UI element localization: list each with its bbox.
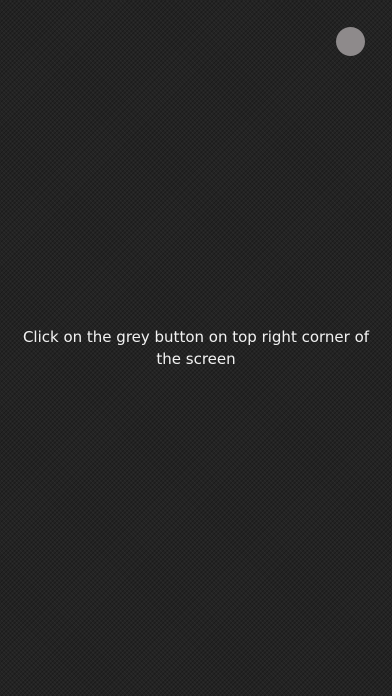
- grey-circle-button[interactable]: [336, 27, 365, 56]
- app-screen: Click on the grey button on top right co…: [0, 0, 392, 696]
- instruction-text: Click on the grey button on top right co…: [22, 328, 370, 368]
